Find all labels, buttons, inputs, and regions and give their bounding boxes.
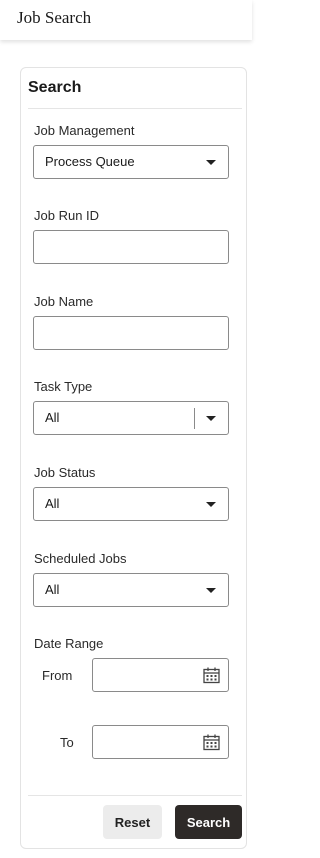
job-management-label: Job Management: [34, 123, 135, 138]
panel-title: Search: [28, 79, 82, 96]
job-status-value: All: [45, 496, 60, 511]
date-to-label: To: [60, 735, 74, 750]
task-type-label: Task Type: [34, 379, 93, 394]
job-name-input[interactable]: [33, 316, 229, 350]
job-run-id-label: Job Run ID: [34, 208, 100, 223]
page-header: Job Search: [0, 0, 252, 40]
task-type-value: All: [45, 410, 60, 425]
scheduled-jobs-value: All: [45, 582, 60, 597]
job-management-select[interactable]: Process Queue: [33, 145, 229, 179]
chevron-down-icon: [206, 588, 216, 593]
job-run-id-input[interactable]: [33, 230, 229, 264]
job-management-value: Process Queue: [45, 154, 135, 169]
calendar-icon[interactable]: [203, 667, 220, 684]
footer-divider: [28, 795, 242, 796]
job-name-label: Job Name: [34, 294, 94, 309]
search-panel: Search Job Management Process Queue Job …: [20, 67, 247, 849]
job-status-label: Job Status: [34, 465, 96, 480]
scheduled-jobs-label: Scheduled Jobs: [34, 551, 127, 566]
date-to-input[interactable]: [92, 725, 229, 759]
scheduled-jobs-select[interactable]: All: [33, 573, 229, 607]
chevron-down-icon: [206, 502, 216, 507]
date-range-label: Date Range: [34, 636, 104, 651]
panel-title-divider: [28, 108, 242, 109]
search-button[interactable]: Search: [175, 805, 242, 839]
combobox-separator: [194, 408, 195, 429]
chevron-down-icon: [206, 160, 216, 165]
date-from-label: From: [42, 668, 73, 683]
calendar-icon[interactable]: [203, 734, 220, 751]
chevron-down-icon[interactable]: [206, 416, 216, 421]
page-title: Job Search: [17, 8, 92, 27]
task-type-combobox[interactable]: All: [33, 401, 229, 435]
date-from-input[interactable]: [92, 658, 229, 692]
reset-button[interactable]: Reset: [103, 805, 162, 839]
job-status-select[interactable]: All: [33, 487, 229, 521]
